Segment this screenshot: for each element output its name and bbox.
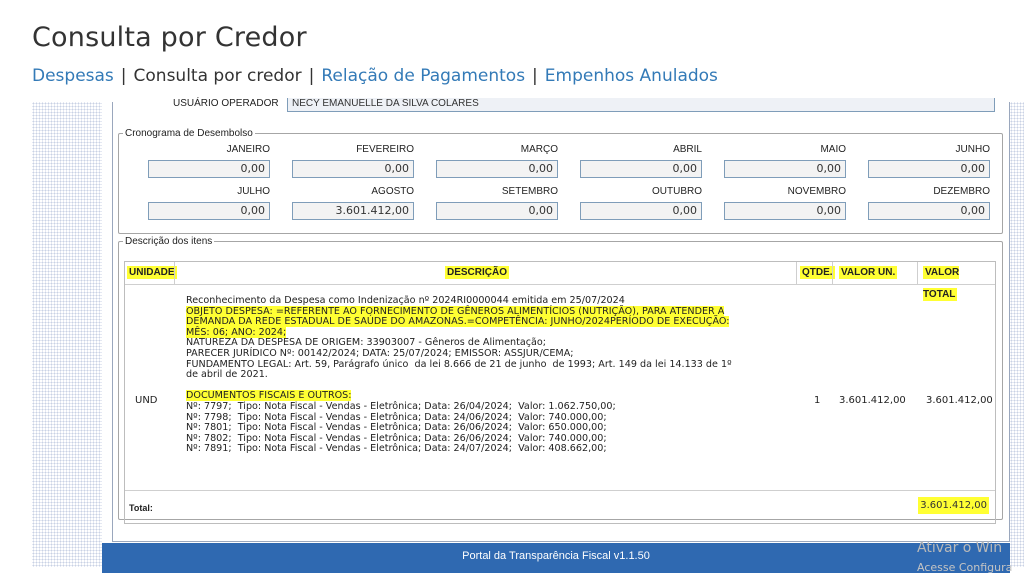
month-2: FEVEREIRO 0,00 <box>292 144 414 178</box>
row-unidade: UND <box>135 395 158 406</box>
total-value: 3.601.412,00 <box>918 497 989 514</box>
nav-separator: | <box>532 66 538 86</box>
description-text: Nº: 7891; Tipo: Nota Fiscal - Vendas - E… <box>186 443 607 455</box>
operator-field: NECY EMANUELLE DA SILVA COLARES <box>287 98 995 112</box>
month-value-field: 0,00 <box>148 202 270 220</box>
month-label: NOVEMBRO <box>787 186 846 197</box>
month-label: MARÇO <box>520 144 558 155</box>
month-8: AGOSTO 3.601.412,00 <box>292 186 414 220</box>
nav-link-relacao-pagamentos[interactable]: Relação de Pagamentos <box>321 66 525 86</box>
background-pattern-right <box>1010 102 1024 567</box>
month-value-field: 0,00 <box>292 160 414 178</box>
month-label: AGOSTO <box>371 186 414 197</box>
month-10: OUTUBRO 0,00 <box>580 186 702 220</box>
month-label: JUNHO <box>955 144 990 155</box>
description-text: Reconhecimento da Despesa como Indenizaç… <box>186 295 625 306</box>
description-text: FUNDAMENTO LEGAL: Art. 59, Parágrafo úni… <box>186 358 732 370</box>
month-value-field: 0,00 <box>724 160 846 178</box>
month-label: DEZEMBRO <box>933 186 990 197</box>
description-line: FUNDAMENTO LEGAL: Art. 59, Parágrafo úni… <box>186 358 786 371</box>
month-1: JANEIRO 0,00 <box>148 144 270 178</box>
itens-legend: Descrição dos itens <box>125 236 213 247</box>
cronograma-legend: Cronograma de Desembolso <box>125 128 253 139</box>
breadcrumb-nav: Despesas | Consulta por credor | Relação de … <box>32 66 718 86</box>
month-label: MAIO <box>820 144 846 155</box>
month-value-field: 0,00 <box>868 202 990 220</box>
month-value-field: 0,00 <box>868 160 990 178</box>
month-value-field: 0,00 <box>724 202 846 220</box>
description-text: Nº: 7801; Tipo: Nota Fiscal - Vendas - E… <box>186 422 607 434</box>
description-text: NATUREZA DA DESPESA DE ORIGEM: 33903007 … <box>186 337 547 349</box>
month-label: ABRIL <box>673 144 702 155</box>
header-qtde: QTDE. <box>800 266 835 279</box>
month-label: SETEMBRO <box>501 186 558 197</box>
month-6: JUNHO 0,00 <box>868 144 990 178</box>
month-12: DEZEMBRO 0,00 <box>868 186 990 220</box>
windows-activation-watermark: Ativar o Win <box>917 540 1003 556</box>
row-qtde: 1 <box>814 395 821 406</box>
header-descricao: DESCRIÇÃO <box>445 266 510 279</box>
nav-current-consulta: Consulta por credor <box>133 66 302 86</box>
background-pattern-left <box>32 102 102 567</box>
month-value-field: 0,00 <box>580 160 702 178</box>
description-text: PARECER JURÍDICO Nº: 00142/2024; DATA: 2… <box>186 347 574 359</box>
footer-bar: Portal da Transparência Fiscal v1.1.50 <box>102 543 1010 573</box>
header-valor-total: VALOR TOTAL <box>923 266 960 301</box>
month-value-field: 0,00 <box>580 202 702 220</box>
report-panel[interactable]: USUÁRIO OPERADOR NECY EMANUELLE DA SILVA… <box>112 98 1010 542</box>
header-bottom-line <box>125 284 995 285</box>
windows-activation-subtext: Acesse Configura <box>917 561 1013 573</box>
nav-separator: | <box>120 66 127 86</box>
description-text: Nº: 7797; Tipo: Nota Fiscal - Vendas - E… <box>186 400 616 412</box>
month-value-field: 0,00 <box>436 202 558 220</box>
total-label: Total: <box>129 503 153 513</box>
header-divider <box>917 262 918 284</box>
total-top-line <box>125 490 995 491</box>
month-3: MARÇO 0,00 <box>436 144 558 178</box>
description-line: Reconhecimento da Despesa como Indenizaç… <box>186 295 786 307</box>
nav-separator: | <box>308 66 315 86</box>
month-label: FEVEREIRO <box>356 144 414 155</box>
row-valor-un: 3.601.412,00 <box>839 395 906 406</box>
cronograma-fieldset: Cronograma de Desembolso JANEIRO 0,00 FEVE… <box>118 128 1003 234</box>
nav-link-despesas[interactable]: Despesas <box>32 66 114 86</box>
description-text: DOCUMENTOS FISCAIS E OUTROS: <box>186 390 352 402</box>
month-5: MAIO 0,00 <box>724 144 846 178</box>
nav-link-empenhos-anulados[interactable]: Empenhos Anulados <box>545 66 718 86</box>
description-text: OBJETO DESPESA: =REFERENTE AO FORNECIMEN… <box>186 305 725 317</box>
description-text: Nº: 7798; Tipo: Nota Fiscal - Vendas - E… <box>186 411 607 423</box>
operator-label: USUÁRIO OPERADOR <box>173 98 279 109</box>
month-label: OUTUBRO <box>652 186 702 197</box>
description-line: de abril de 2021. <box>186 369 786 381</box>
month-7: JULHO 0,00 <box>148 186 270 220</box>
header-divider <box>796 262 797 284</box>
row-descricao: Reconhecimento da Despesa como Indenizaç… <box>186 295 786 455</box>
month-label: JULHO <box>237 186 270 197</box>
month-9: SETEMBRO 0,00 <box>436 186 558 220</box>
page-title: Consulta por Credor <box>32 22 307 53</box>
month-11: NOVEMBRO 0,00 <box>724 186 846 220</box>
month-value-field: 3.601.412,00 <box>292 202 414 220</box>
description-text: de abril de 2021. <box>186 369 268 381</box>
description-text: DEMANDA DA REDE ESTADUAL DE SAÚDE DO AMA… <box>186 316 730 328</box>
description-line: Nº: 7891; Tipo: Nota Fiscal - Vendas - E… <box>186 444 786 455</box>
month-label: JANEIRO <box>226 144 270 155</box>
itens-fieldset: Descrição dos itens UNIDADE DESCRIÇÃO QT… <box>118 236 1003 524</box>
month-4: ABRIL 0,00 <box>580 144 702 178</box>
header-divider <box>174 262 175 284</box>
month-value-field: 0,00 <box>148 160 270 178</box>
header-unidade: UNIDADE <box>127 266 177 279</box>
header-valor-un: VALOR UN. <box>839 266 898 279</box>
month-value-field: 0,00 <box>436 160 558 178</box>
header-divider <box>832 262 833 284</box>
row-valor-total: 3.601.412,00 <box>926 395 993 406</box>
itens-table: UNIDADE DESCRIÇÃO QTDE. VALOR UN. VALOR … <box>124 261 996 524</box>
